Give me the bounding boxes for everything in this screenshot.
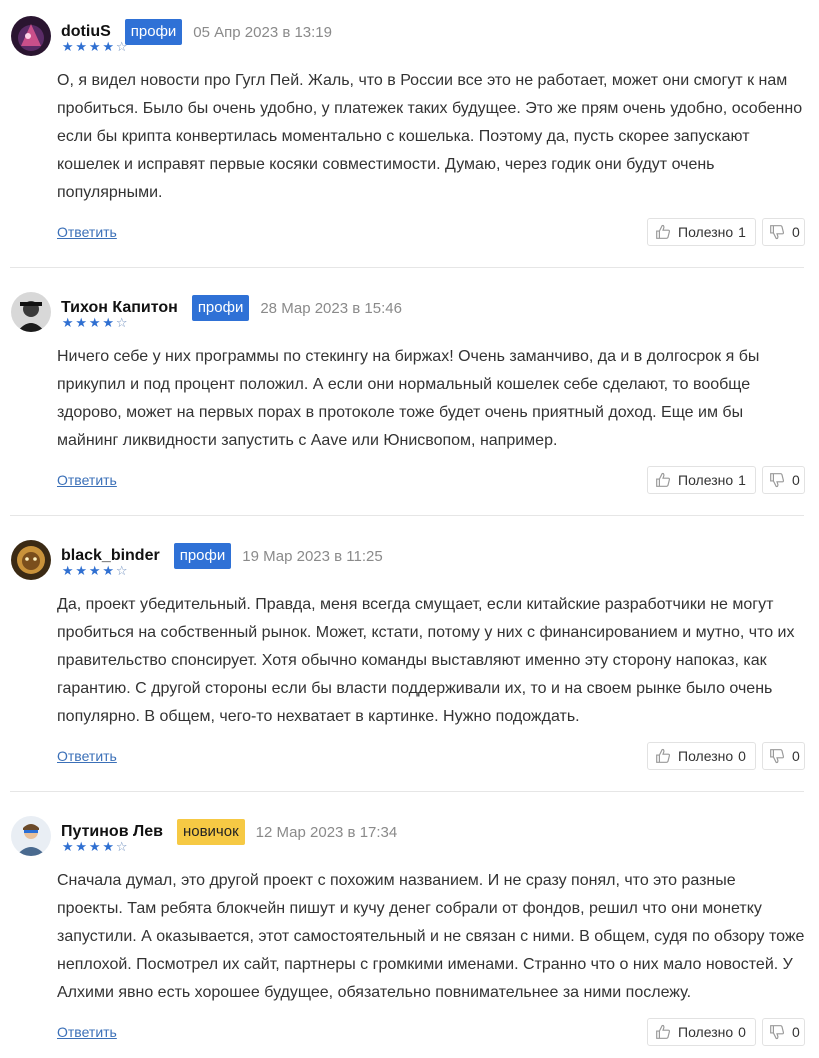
avatar[interactable] — [11, 16, 51, 56]
star-filled-icon: ★ — [75, 563, 88, 578]
comment-text: Ничего себе у них программы по стекингу … — [57, 348, 760, 449]
not-useful-count: 0 — [792, 748, 800, 764]
comment-date: 19 Мар 2023 в 11:25 — [242, 547, 383, 565]
comment-date: 05 Апр 2023 в 13:19 — [193, 23, 332, 41]
rating-stars: ★ ★ ★ ★ ☆ — [61, 564, 129, 578]
star-filled-icon: ★ — [75, 39, 88, 54]
status-badge: профи — [124, 19, 183, 45]
star-empty-icon: ☆ — [115, 563, 128, 578]
rating-stars: ★ ★ ★ ★ ☆ — [61, 840, 129, 854]
star-filled-icon: ★ — [61, 839, 74, 854]
useful-label: Полезно — [678, 472, 734, 488]
star-filled-icon: ★ — [102, 839, 115, 854]
not-useful-count: 0 — [792, 472, 800, 488]
star-filled-icon: ★ — [102, 39, 115, 54]
thumbs-up-icon — [656, 472, 670, 487]
star-empty-icon: ☆ — [115, 315, 128, 330]
star-filled-icon: ★ — [102, 563, 115, 578]
useful-label: Полезно — [678, 748, 734, 764]
comment-item: black_binder профи 19 Мар 2023 в 11:25 ★… — [0, 524, 819, 792]
star-filled-icon: ★ — [61, 39, 74, 54]
thumbs-down-icon — [770, 1025, 784, 1040]
useful-count: 0 — [738, 748, 746, 764]
star-filled-icon: ★ — [88, 39, 101, 54]
star-empty-icon: ☆ — [115, 839, 128, 854]
thumbs-up-icon — [656, 1024, 670, 1039]
star-filled-icon: ★ — [88, 315, 101, 330]
thumbs-down-icon — [770, 749, 784, 764]
useful-button[interactable]: Полезно 1 — [647, 466, 756, 494]
star-filled-icon: ★ — [102, 315, 115, 330]
thumbs-up-icon — [656, 224, 670, 239]
star-empty-icon: ☆ — [115, 39, 128, 54]
avatar[interactable] — [11, 816, 51, 856]
not-useful-button[interactable]: 0 — [762, 1018, 805, 1046]
star-filled-icon: ★ — [88, 839, 101, 854]
divider — [10, 515, 804, 516]
useful-count: 1 — [738, 224, 746, 240]
rating-stars: ★ ★ ★ ★ ☆ — [61, 40, 129, 54]
comment-text: Да, проект убедительный. Правда, меня вс… — [57, 596, 795, 725]
reply-link[interactable]: Ответить — [57, 1024, 117, 1040]
useful-count: 1 — [738, 472, 746, 488]
comment-item: Тихон Капитон профи 28 Мар 2023 в 15:46 … — [0, 276, 819, 516]
useful-button[interactable]: Полезно 1 — [647, 218, 756, 246]
comment-date: 12 Мар 2023 в 17:34 — [255, 823, 398, 841]
useful-label: Полезно — [678, 224, 734, 240]
comments-list: dotiuS профи 05 Апр 2023 в 13:19 ★ ★ ★ ★ ☆ О… — [0, 0, 819, 1058]
reply-link[interactable]: Ответить — [57, 748, 117, 764]
useful-label: Полезно — [678, 1024, 734, 1040]
avatar[interactable] — [11, 540, 51, 580]
star-filled-icon: ★ — [61, 563, 74, 578]
not-useful-button[interactable]: 0 — [762, 466, 805, 494]
not-useful-button[interactable]: 0 — [762, 742, 805, 770]
rating-stars: ★ ★ ★ ★ ☆ — [61, 316, 129, 330]
reply-link[interactable]: Ответить — [57, 472, 117, 488]
useful-count: 0 — [738, 1024, 746, 1040]
useful-button[interactable]: Полезно 0 — [647, 1018, 756, 1046]
divider — [10, 267, 804, 268]
reply-link[interactable]: Ответить — [57, 224, 117, 240]
star-filled-icon: ★ — [61, 315, 74, 330]
comment-text: О, я видел новости про Гугл Пей. Жаль, ч… — [57, 72, 803, 201]
divider — [10, 791, 804, 792]
not-useful-count: 0 — [792, 224, 800, 240]
not-useful-count: 0 — [792, 1024, 800, 1040]
not-useful-button[interactable]: 0 — [762, 218, 805, 246]
comment-item: dotiuS профи 05 Апр 2023 в 13:19 ★ ★ ★ ★ ☆ О… — [0, 0, 819, 268]
status-badge: профи — [173, 543, 232, 569]
comment-item: Путинов Лев новичок 12 Мар 2023 в 17:34 … — [0, 800, 819, 1058]
avatar[interactable] — [11, 292, 51, 332]
thumbs-down-icon — [770, 473, 784, 488]
star-filled-icon: ★ — [75, 839, 88, 854]
status-badge: новичок — [176, 819, 245, 845]
status-badge: профи — [191, 295, 250, 321]
star-filled-icon: ★ — [75, 315, 88, 330]
thumbs-up-icon — [656, 748, 670, 763]
useful-button[interactable]: Полезно 0 — [647, 742, 756, 770]
thumbs-down-icon — [770, 225, 784, 240]
star-filled-icon: ★ — [88, 563, 101, 578]
comment-text: Сначала думал, это другой проект с похож… — [57, 872, 805, 1001]
comment-date: 28 Мар 2023 в 15:46 — [260, 299, 402, 317]
